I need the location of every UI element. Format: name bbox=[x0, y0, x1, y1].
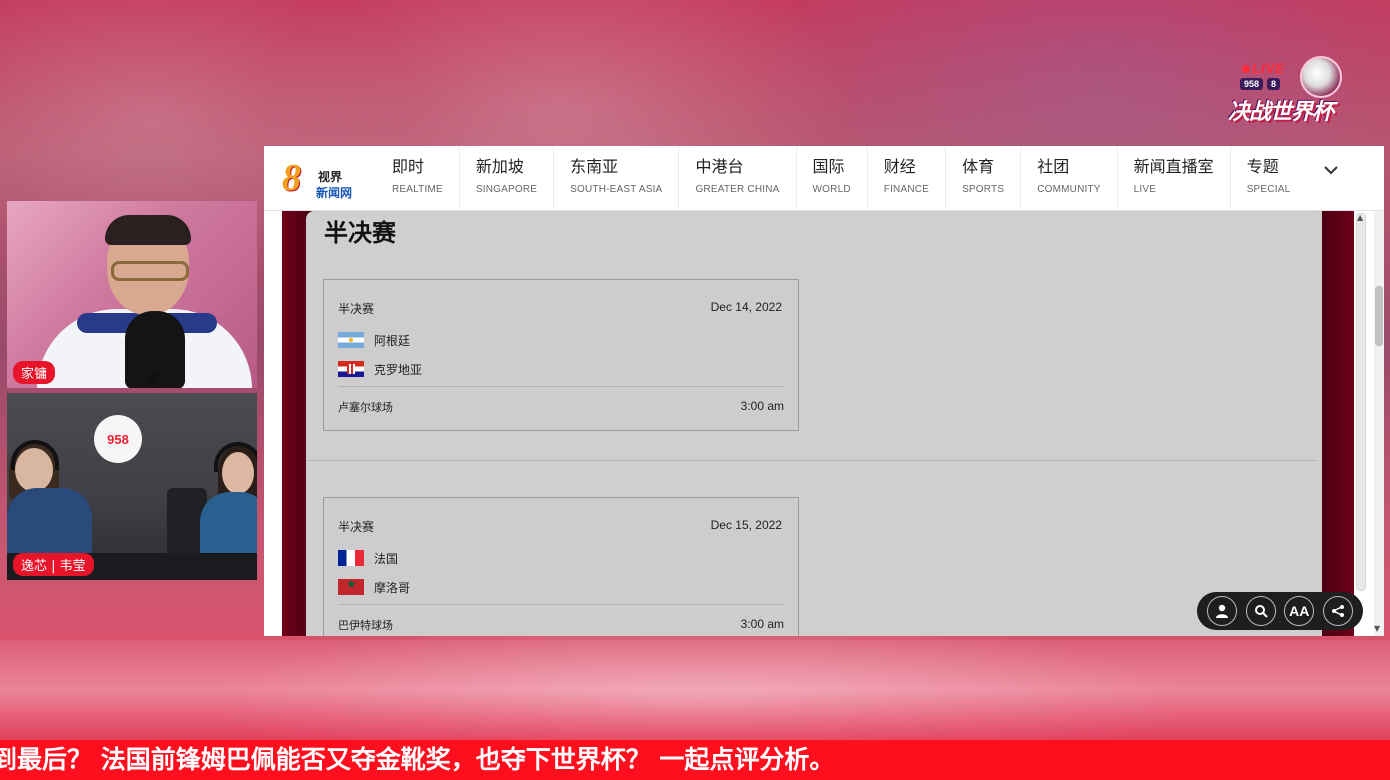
font-size-label: AA bbox=[1289, 603, 1310, 619]
host-name-label: 家镛 bbox=[13, 361, 56, 384]
scroll-up-icon[interactable]: ▲ bbox=[1357, 213, 1363, 222]
search-icon[interactable] bbox=[1245, 596, 1276, 626]
team-row: 克罗地亚 bbox=[338, 359, 422, 379]
section-divider bbox=[306, 460, 1316, 461]
page-scrollbar[interactable] bbox=[1374, 211, 1384, 636]
badge-8: 8 bbox=[1267, 78, 1281, 90]
nav-label-en: SINGAPORE bbox=[475, 184, 538, 195]
nav-item-singapore[interactable]: 新加坡 SINGAPORE bbox=[460, 146, 555, 211]
live-badges: 958 8 bbox=[1240, 78, 1281, 90]
font-size-button[interactable]: AA bbox=[1284, 596, 1315, 626]
nav-item-sports[interactable]: 体育 SPORTS bbox=[946, 146, 1022, 211]
nav-label-en: SPECIAL bbox=[1246, 184, 1291, 195]
brand-line2: 新闻网 bbox=[316, 186, 353, 200]
nav-item-realtime[interactable]: 即时 REALTIME bbox=[376, 146, 460, 211]
match-time: 3:00 am bbox=[740, 617, 784, 631]
team-row: 摩洛哥 bbox=[338, 577, 410, 597]
morocco-flag-icon bbox=[338, 579, 364, 595]
live-title: 决战世界杯 bbox=[1228, 100, 1334, 125]
team-name: 法国 bbox=[374, 551, 399, 566]
football-icon bbox=[1300, 56, 1342, 98]
match-divider bbox=[338, 386, 784, 387]
match-card[interactable]: 半决赛 Dec 14, 2022 阿根廷 克罗地亚 卢塞尔球场 3:00 am bbox=[323, 279, 799, 431]
nav-item-southeast-asia[interactable]: 东南亚 SOUTH-EAST ASIA bbox=[554, 146, 680, 211]
headset-icon bbox=[11, 440, 59, 470]
share-icon[interactable] bbox=[1322, 596, 1353, 626]
match-round: 半决赛 bbox=[338, 302, 375, 316]
presenters-name-label: 逸芯 | 韦莹 bbox=[13, 553, 94, 576]
camera-host: 家镛 bbox=[7, 201, 257, 388]
match-date: Dec 15, 2022 bbox=[710, 518, 782, 532]
nav-label-zh: 财经 bbox=[883, 157, 916, 176]
match-card[interactable]: 半决赛 Dec 15, 2022 法国 摩洛哥 巴伊特球场 3:00 am bbox=[323, 497, 799, 636]
nav-item-community[interactable]: 社团 COMMUNITY bbox=[1021, 146, 1118, 211]
camera-studio: 958 逸芯 | 韦莹 bbox=[7, 393, 257, 580]
nav-menu: 即时 REALTIME 新加坡 SINGAPORE 东南亚 SOUTH-EAST AS… bbox=[376, 146, 1306, 211]
nav-label-en: SOUTH-EAST ASIA bbox=[570, 184, 663, 195]
nav-label-en: COMMUNITY bbox=[1037, 184, 1101, 195]
floating-toolbar: AA bbox=[1197, 592, 1363, 630]
nav-label-zh: 即时 bbox=[392, 157, 425, 176]
live-label: LIVE bbox=[1252, 60, 1286, 76]
match-round: 半决赛 bbox=[338, 520, 375, 534]
match-panel: 半决赛 半决赛 Dec 14, 2022 阿根廷 克罗地亚 卢塞尔球场 3:00… bbox=[306, 211, 1366, 636]
host-hair bbox=[105, 215, 191, 245]
match-venue: 巴伊特球场 bbox=[338, 619, 393, 632]
france-flag-icon bbox=[338, 550, 364, 566]
badge-958: 958 bbox=[1240, 78, 1264, 90]
mic-stand bbox=[150, 371, 158, 388]
nav-label-zh: 体育 bbox=[962, 157, 995, 176]
nav-label-en: SPORTS bbox=[962, 184, 1005, 195]
nav-label-zh: 社团 bbox=[1037, 157, 1070, 176]
nav-label-zh: 新闻直播室 bbox=[1133, 157, 1214, 176]
team-name: 克罗地亚 bbox=[374, 362, 423, 377]
news-ticker: 到最后？ 法国前锋姆巴佩能否又夺金靴奖，也夺下世界杯？ 一起点评分析。 bbox=[0, 740, 1390, 780]
nav-item-live[interactable]: 新闻直播室 LIVE bbox=[1118, 146, 1231, 211]
nav-label-en: WORLD bbox=[812, 184, 851, 195]
host-glasses bbox=[111, 261, 189, 281]
nav-item-finance[interactable]: 财经 FINANCE bbox=[868, 146, 947, 211]
embedded-content: 半决赛 半决赛 Dec 14, 2022 阿根廷 克罗地亚 卢塞尔球场 3:00… bbox=[282, 211, 1366, 636]
studio-958-logo: 958 bbox=[94, 415, 142, 463]
scroll-down-icon[interactable]: ▼ bbox=[1374, 624, 1380, 633]
team-name: 摩洛哥 bbox=[374, 580, 411, 595]
live-dot-icon bbox=[1242, 65, 1250, 74]
nav-label-zh: 东南亚 bbox=[570, 157, 619, 176]
browser-window: 8 视界 新闻网 即时 REALTIME 新加坡 SINGAPORE 东南亚 SOUT… bbox=[264, 146, 1384, 636]
live-worldcup-logo: LIVE 958 8 决战世界杯 bbox=[1228, 56, 1344, 125]
logo-8-icon: 8 bbox=[282, 157, 301, 199]
nav-label-zh: 中港台 bbox=[695, 157, 744, 176]
nav-label-en: REALTIME bbox=[392, 184, 443, 195]
nav-item-special[interactable]: 专题 SPECIAL bbox=[1231, 146, 1307, 211]
page-scrollbar-thumb[interactable] bbox=[1375, 286, 1383, 346]
team-row: 法国 bbox=[338, 548, 398, 568]
match-divider bbox=[338, 604, 784, 605]
match-time: 3:00 am bbox=[740, 399, 784, 413]
chevron-down-icon[interactable] bbox=[1324, 160, 1338, 179]
nav-item-greater-china[interactable]: 中港台 GREATER CHINA bbox=[679, 146, 797, 211]
live-tag: LIVE bbox=[1242, 60, 1285, 76]
nav-label-zh: 专题 bbox=[1246, 157, 1279, 176]
inner-scrollbar[interactable] bbox=[1356, 213, 1366, 591]
section-title: 半决赛 bbox=[324, 219, 396, 247]
argentina-flag-icon bbox=[338, 332, 364, 348]
headset-icon bbox=[214, 442, 257, 472]
stadium-backdrop bbox=[0, 640, 1390, 740]
site-nav: 8 视界 新闻网 即时 REALTIME 新加坡 SINGAPORE 东南亚 SOUT… bbox=[264, 146, 1384, 211]
brand-line1: 视界 bbox=[318, 170, 343, 184]
nav-label-zh: 国际 bbox=[812, 157, 845, 176]
nav-label-zh: 新加坡 bbox=[475, 157, 524, 176]
team-row: 阿根廷 bbox=[338, 330, 410, 350]
nav-label-en: FINANCE bbox=[883, 184, 930, 195]
site-logo[interactable]: 8 视界 新闻网 bbox=[282, 157, 367, 202]
nav-label-en: GREATER CHINA bbox=[695, 184, 780, 195]
match-date: Dec 14, 2022 bbox=[710, 300, 782, 314]
nav-item-world[interactable]: 国际 WORLD bbox=[797, 146, 868, 211]
croatia-flag-icon bbox=[338, 361, 364, 377]
match-venue: 卢塞尔球场 bbox=[338, 401, 393, 414]
user-icon[interactable] bbox=[1207, 596, 1238, 626]
team-name: 阿根廷 bbox=[374, 333, 411, 348]
nav-label-en: LIVE bbox=[1133, 184, 1157, 195]
